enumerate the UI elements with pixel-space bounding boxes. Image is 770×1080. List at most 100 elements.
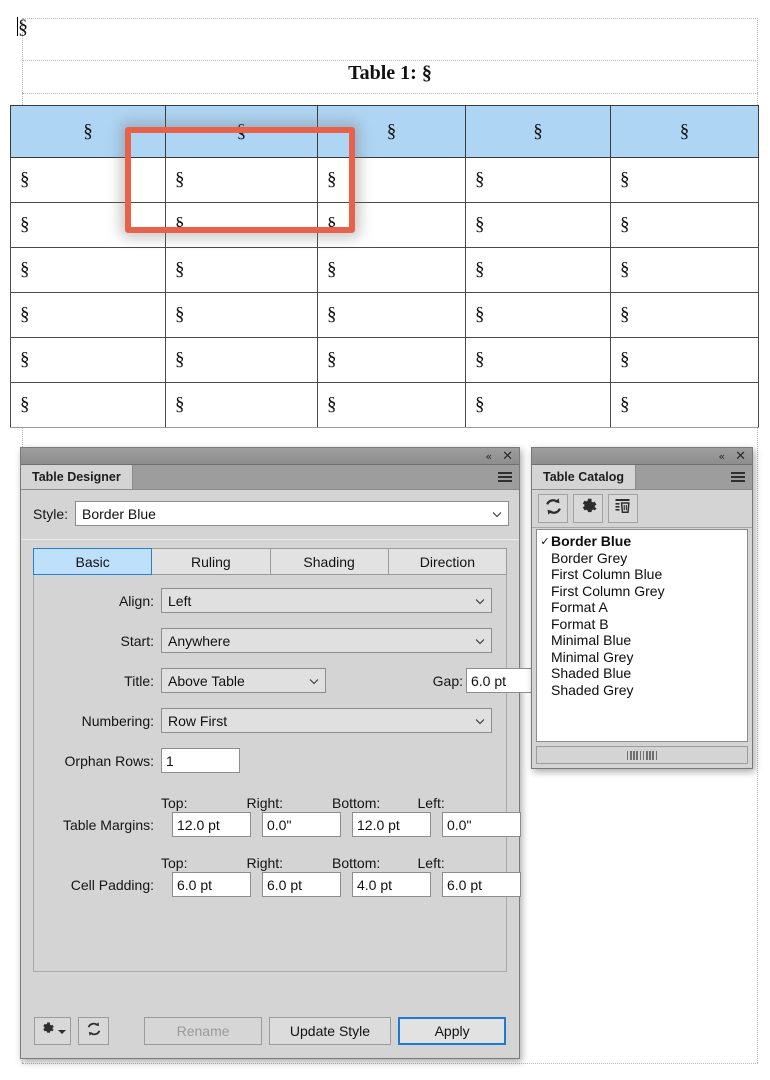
table-header-cell[interactable]: §: [465, 105, 611, 158]
table-cell[interactable]: §: [165, 247, 318, 293]
table-cell[interactable]: §: [10, 202, 166, 248]
table-row[interactable]: § § § § §: [10, 292, 759, 338]
table-header-cell[interactable]: §: [610, 105, 759, 158]
tab-table-catalog[interactable]: Table Catalog: [532, 465, 637, 489]
margins-bottom-label: Bottom:: [332, 795, 381, 811]
list-item[interactable]: Shaded Grey: [537, 682, 747, 699]
tab-ruling[interactable]: Ruling: [152, 548, 271, 575]
table-cell[interactable]: §: [465, 247, 611, 293]
tab-basic[interactable]: Basic: [33, 548, 153, 575]
table-header-cell[interactable]: §: [317, 105, 466, 158]
table-cell[interactable]: §: [10, 337, 166, 383]
margin-left-input[interactable]: 0.0": [442, 812, 521, 837]
table-cell[interactable]: §: [317, 337, 466, 383]
tab-direction[interactable]: Direction: [388, 548, 507, 575]
style-label: Style:: [33, 505, 69, 522]
list-item[interactable]: Format A: [537, 599, 747, 616]
table-row[interactable]: § § § § §: [10, 382, 759, 428]
list-item[interactable]: First Column Grey: [537, 583, 747, 600]
panel-menu-icon[interactable]: [491, 465, 519, 489]
margin-right-input[interactable]: 0.0": [262, 812, 341, 837]
catalog-settings-button[interactable]: [573, 494, 603, 523]
refresh-button[interactable]: [78, 1017, 110, 1045]
list-item-label: Format A: [551, 599, 608, 616]
close-icon[interactable]: ✕: [735, 450, 746, 463]
close-icon[interactable]: ✕: [502, 450, 513, 463]
start-row: Start: Anywhere: [42, 628, 492, 653]
catalog-style-list[interactable]: ✓ Border Blue Border Grey First Column B…: [536, 529, 748, 742]
style-select-value: Border Blue: [82, 505, 156, 522]
table-cell[interactable]: §: [10, 247, 166, 293]
list-item[interactable]: ✓ Border Blue: [537, 533, 747, 550]
table-cell[interactable]: §: [465, 157, 611, 203]
list-item[interactable]: Border Grey: [537, 550, 747, 567]
table-cell[interactable]: §: [10, 292, 166, 338]
table-row[interactable]: § § § § §: [10, 337, 759, 383]
table-cell[interactable]: §: [165, 382, 318, 428]
padding-left-input[interactable]: 6.0 pt: [442, 872, 521, 897]
table-cell[interactable]: §: [610, 157, 759, 203]
catalog-delete-button[interactable]: [608, 494, 638, 523]
table-row[interactable]: § § § § §: [10, 157, 759, 203]
table-cell[interactable]: §: [10, 382, 166, 428]
table-cell[interactable]: §: [610, 292, 759, 338]
start-select[interactable]: Anywhere: [161, 628, 492, 653]
list-item[interactable]: Format B: [537, 616, 747, 633]
list-item[interactable]: First Column Blue: [537, 566, 747, 583]
table-cell[interactable]: §: [465, 202, 611, 248]
padding-top-input[interactable]: 6.0 pt: [172, 872, 251, 897]
table-cell[interactable]: §: [610, 247, 759, 293]
table-header-row[interactable]: § § § § §: [10, 105, 759, 158]
padding-bottom-input[interactable]: 4.0 pt: [352, 872, 431, 897]
check-icon: ✓: [540, 535, 550, 548]
table-cell[interactable]: §: [317, 247, 466, 293]
collapse-icon[interactable]: «: [718, 451, 725, 462]
margin-bottom-input[interactable]: 12.0 pt: [352, 812, 431, 837]
table-cell[interactable]: §: [10, 157, 166, 203]
padding-right-input[interactable]: 6.0 pt: [262, 872, 341, 897]
table-cell[interactable]: §: [465, 337, 611, 383]
panel-menu-icon[interactable]: [724, 465, 752, 489]
style-select[interactable]: Border Blue: [75, 501, 509, 526]
table-cell[interactable]: §: [465, 382, 611, 428]
orphan-rows-input[interactable]: 1: [161, 748, 240, 773]
apply-button[interactable]: Apply: [398, 1017, 506, 1045]
table-cell[interactable]: §: [317, 382, 466, 428]
table-cell[interactable]: §: [317, 157, 466, 203]
margin-left-value: 0.0": [447, 816, 472, 833]
table-cell[interactable]: §: [165, 337, 318, 383]
table-header-cell[interactable]: §: [165, 105, 318, 158]
table-cell[interactable]: §: [165, 202, 318, 248]
table-cell[interactable]: §: [165, 157, 318, 203]
table-cell[interactable]: §: [165, 292, 318, 338]
start-value: Anywhere: [168, 632, 231, 649]
margin-top-input[interactable]: 12.0 pt: [172, 812, 251, 837]
rename-button[interactable]: Rename: [144, 1017, 262, 1045]
numbering-select[interactable]: Row First: [161, 708, 492, 733]
start-label: Start:: [120, 632, 154, 649]
list-item[interactable]: Minimal Grey: [537, 649, 747, 666]
margins-top-label: Top:: [161, 795, 188, 811]
settings-menu-button[interactable]: [34, 1017, 72, 1045]
list-item[interactable]: Minimal Blue: [537, 632, 747, 649]
update-style-button[interactable]: Update Style: [268, 1017, 392, 1045]
table-cell[interactable]: §: [610, 382, 759, 428]
table-header-cell[interactable]: §: [10, 105, 166, 158]
table-cell[interactable]: §: [610, 337, 759, 383]
table-cell[interactable]: §: [317, 202, 466, 248]
list-item[interactable]: Shaded Blue: [537, 665, 747, 682]
tab-table-designer[interactable]: Table Designer: [21, 465, 133, 489]
table-row[interactable]: § § § § §: [10, 247, 759, 293]
document-table[interactable]: § § § § § § § § § § § § § § § § § § § § …: [10, 105, 759, 428]
table-row[interactable]: § § § § §: [10, 202, 759, 248]
document-first-paragraph[interactable]: §: [17, 17, 28, 37]
table-cell[interactable]: §: [465, 292, 611, 338]
title-select[interactable]: Above Table: [161, 668, 326, 693]
tab-shading[interactable]: Shading: [270, 548, 389, 575]
catalog-refresh-button[interactable]: [538, 494, 568, 523]
catalog-resize-grip[interactable]: [536, 746, 748, 764]
align-select[interactable]: Left: [161, 588, 492, 613]
table-cell[interactable]: §: [610, 202, 759, 248]
table-cell[interactable]: §: [317, 292, 466, 338]
collapse-icon[interactable]: «: [485, 451, 492, 462]
